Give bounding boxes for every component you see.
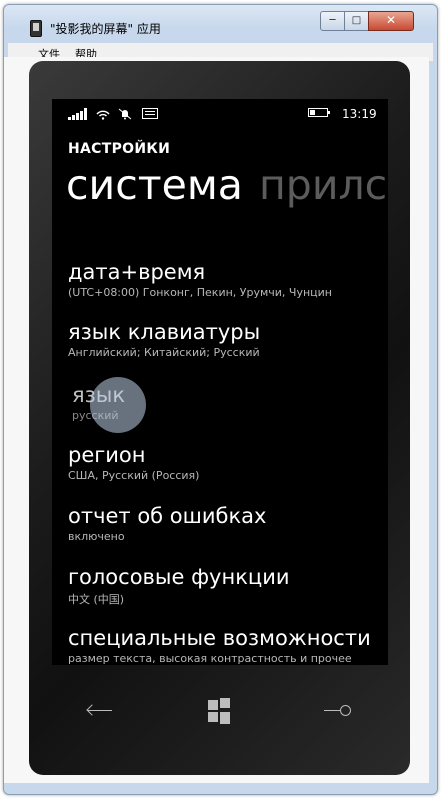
setting-region[interactable]: регион США, Русский (Россия) [68, 443, 388, 483]
setting-title: отчет об ошибках [68, 504, 267, 528]
page-title: НАСТРОЙКИ [68, 141, 171, 157]
touch-indicator [90, 377, 146, 433]
quiet-hours-icon [118, 108, 132, 120]
maximize-button[interactable]: □ [344, 11, 369, 31]
pivot-applications[interactable]: прилс [259, 165, 387, 206]
signal-icon [68, 108, 88, 120]
start-icon[interactable] [208, 670, 238, 754]
message-icon [142, 108, 158, 119]
setting-subtitle: включено [68, 530, 125, 544]
setting-title: голосовые функции [68, 565, 290, 589]
status-bar: 13:19 [52, 99, 388, 129]
window-title: "投影我的屏幕" 应用 [50, 22, 161, 36]
setting-subtitle: Английский; Китайский; Русский [68, 346, 260, 360]
setting-subtitle: (UTC+08:00) Гонконг, Пекин, Урумчи, Чунц… [68, 286, 332, 300]
search-icon[interactable] [320, 670, 360, 754]
clock: 13:19 [342, 107, 377, 121]
battery-icon [308, 108, 330, 117]
pivot-system[interactable]: система [66, 165, 243, 206]
hardware-navbar [52, 670, 388, 754]
close-button[interactable]: ✕ [368, 11, 414, 31]
setting-subtitle: размер текста, высокая контрастность и п… [68, 652, 352, 665]
setting-title: язык клавиатуры [68, 320, 261, 344]
setting-ease-of-access[interactable]: специальные возможности размер текста, в… [68, 626, 388, 665]
phone-app-icon [30, 20, 42, 37]
title-bar[interactable]: "投影我的屏幕" 应用 ─ □ ✕ [4, 5, 437, 43]
wifi-icon [96, 110, 110, 120]
setting-keyboard-language[interactable]: язык клавиатуры Английский; Китайский; Р… [68, 320, 388, 360]
back-icon[interactable] [82, 670, 122, 754]
phone-screen: 13:19 НАСТРОЙКИ система прилс дата+время… [52, 99, 388, 665]
setting-title: дата+время [68, 260, 206, 284]
setting-subtitle: 中文 (中国) [68, 593, 125, 607]
setting-title: специальные возможности [68, 626, 371, 650]
setting-date-time[interactable]: дата+время (UTC+08:00) Гонконг, Пекин, У… [68, 260, 388, 300]
setting-title: регион [68, 443, 146, 467]
setting-subtitle: США, Русский (Россия) [68, 469, 200, 483]
setting-speech[interactable]: голосовые функции 中文 (中国) [68, 565, 388, 607]
minimize-button[interactable]: ─ [320, 11, 345, 31]
setting-error-reporting[interactable]: отчет об ошибках включено [68, 504, 388, 544]
